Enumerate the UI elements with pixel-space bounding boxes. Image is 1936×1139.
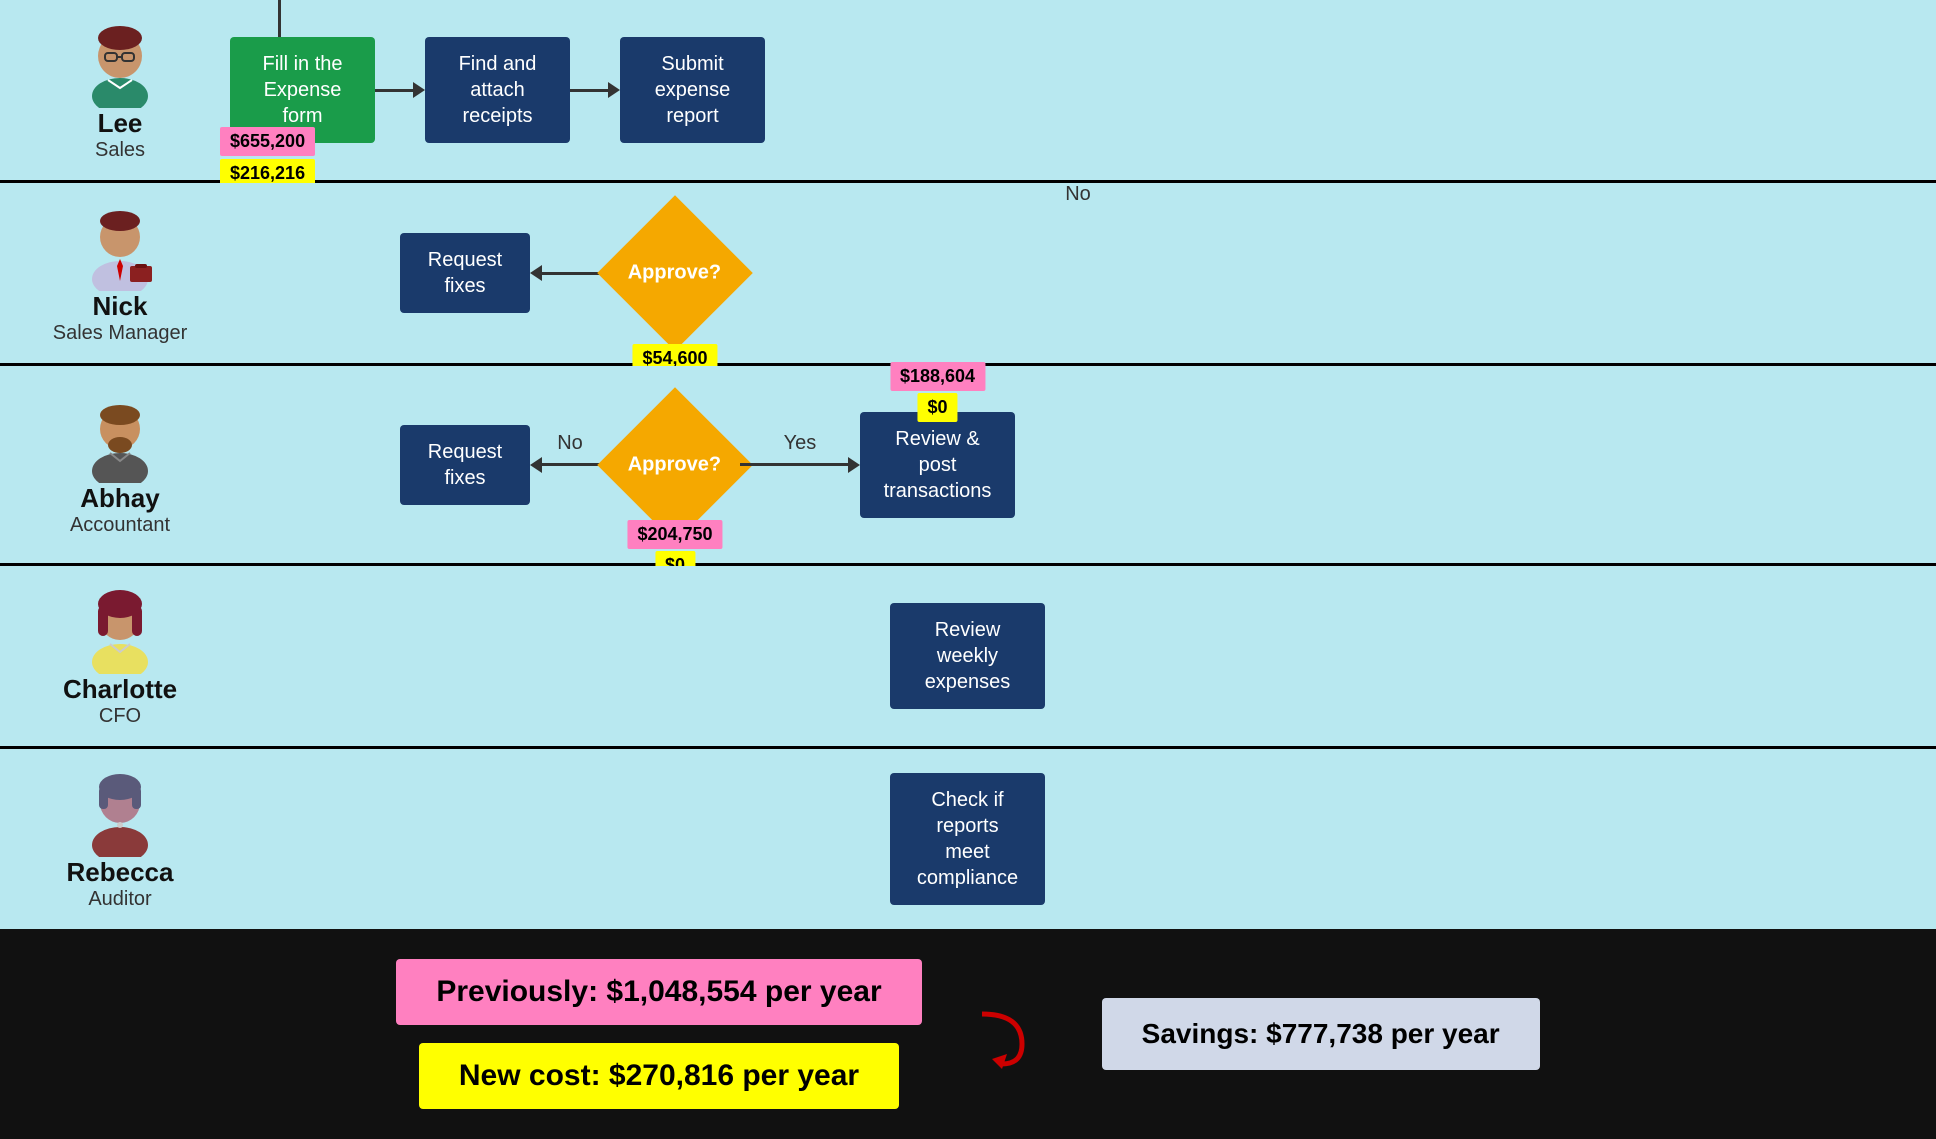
lee-role: Sales xyxy=(95,139,145,162)
avatar-nick xyxy=(75,201,165,291)
arrow1 xyxy=(375,82,425,98)
lane1-flow: Fill in the Expense form $655,200 $216,2… xyxy=(230,37,765,143)
find-receipts-label: Find and attach receipts xyxy=(443,51,552,129)
lane-rebecca: Rebecca Auditor Check if reports meet co… xyxy=(0,749,1936,929)
request-fixes-1-wrap: Request fixes xyxy=(400,233,530,313)
approve-label-2: Approve? xyxy=(628,453,721,476)
check-compliance-wrap: Check if reports meet compliance xyxy=(890,773,1045,905)
submit-report-box[interactable]: Submit expense report xyxy=(620,37,765,143)
cost-summary: Previously: $1,048,554 per year New cost… xyxy=(396,959,921,1109)
persona-nick: Nick Sales Manager xyxy=(20,201,220,345)
lane-abhay: Abhay Accountant Request fixes No Approv… xyxy=(0,366,1936,566)
nick-role: Sales Manager xyxy=(53,322,188,345)
lane2-content: Request fixes No Approve? $54,600 xyxy=(220,208,1926,338)
savings-label: Savings: $777,738 per year xyxy=(1102,998,1540,1070)
no-label-2: No xyxy=(557,432,583,455)
find-receipts-box[interactable]: Find and attach receipts xyxy=(425,37,570,143)
persona-lee: Lee Sales xyxy=(20,18,220,162)
persona-charlotte: Charlotte CFO xyxy=(20,584,220,728)
lane5-content: Check if reports meet compliance xyxy=(220,773,1926,905)
arrow-yes-2: Yes xyxy=(740,457,860,473)
abhay-name: Abhay xyxy=(80,483,159,514)
avatar-abhay xyxy=(75,393,165,483)
approve-diamond-2-wrap: Approve? $204,750 $0 xyxy=(610,400,740,530)
lane-nick: Nick Sales Manager Request fixes No Appr… xyxy=(0,183,1936,366)
savings-arrow-svg xyxy=(972,994,1052,1074)
review-post-wrap: Review & post transactions $188,604 $0 xyxy=(860,412,1015,518)
no-label-1: No xyxy=(1065,183,1091,206)
submit-report-label: Submit expense report xyxy=(638,51,747,129)
savings-arrow xyxy=(972,994,1052,1074)
review-post-box[interactable]: Review & post transactions xyxy=(860,412,1015,518)
check-compliance-label: Check if reports meet compliance xyxy=(917,787,1018,891)
approve-diamond-1-wrap: Approve? $54,600 xyxy=(610,208,740,338)
avatar-rebecca xyxy=(75,767,165,857)
request-fixes-2-box[interactable]: Request fixes xyxy=(400,425,530,505)
review-weekly-label: Review weekly expenses xyxy=(908,617,1027,695)
review-weekly-box[interactable]: Review weekly expenses xyxy=(890,603,1045,709)
lee-name: Lee xyxy=(98,108,143,139)
charlotte-name: Charlotte xyxy=(63,674,177,705)
lane-charlotte: Charlotte CFO Review weekly expenses xyxy=(0,566,1936,749)
cost-yellow-3b: $0 xyxy=(917,393,957,422)
lane1-content: 📋 Fill in the Expense form $655,200 $216… xyxy=(220,37,1926,143)
request-fixes-1-label: Request fixes xyxy=(428,247,503,299)
lane2-flow: Request fixes No Approve? $54,600 xyxy=(230,208,1926,338)
avatar-charlotte xyxy=(75,584,165,674)
charlotte-role: CFO xyxy=(99,705,141,728)
approve-label-1: Approve? xyxy=(628,262,721,285)
yes-label-2: Yes xyxy=(784,432,817,455)
fill-expense-label: Fill in the Expense form xyxy=(248,51,357,129)
bottom-bar: Previously: $1,048,554 per year New cost… xyxy=(0,929,1936,1139)
review-post-label: Review & post transactions xyxy=(878,426,997,504)
new-cost-label: New cost: $270,816 per year xyxy=(419,1043,899,1109)
lane1-costs: $655,200 $216,216 xyxy=(220,127,315,188)
lane-lee: Lee Sales 📋 Fill in the Expense form $65… xyxy=(0,0,1936,183)
check-compliance-box[interactable]: Check if reports meet compliance xyxy=(890,773,1045,905)
abhay-role: Accountant xyxy=(70,514,170,537)
review-weekly-wrap: Review weekly expenses xyxy=(890,603,1045,709)
request-fixes-2-wrap: Request fixes xyxy=(400,425,530,505)
avatar-lee xyxy=(75,18,165,108)
persona-abhay: Abhay Accountant xyxy=(20,393,220,537)
cost-pink-3a: $204,750 xyxy=(627,520,722,549)
previously-label: Previously: $1,048,554 per year xyxy=(396,959,921,1025)
rebecca-role: Auditor xyxy=(88,888,151,911)
request-fixes-1-box[interactable]: Request fixes xyxy=(400,233,530,313)
arrow2 xyxy=(570,82,620,98)
lane3-costs-right: $188,604 $0 xyxy=(890,362,985,422)
cost-pink-3b: $188,604 xyxy=(890,362,985,391)
lane4-content: Review weekly expenses xyxy=(220,603,1926,709)
persona-rebecca: Rebecca Auditor xyxy=(20,767,220,911)
cost-pink-1: $655,200 xyxy=(220,127,315,156)
nick-name: Nick xyxy=(93,291,148,322)
lane3-content: Request fixes No Approve? $204,750 $0 xyxy=(220,400,1926,530)
request-fixes-2-label: Request fixes xyxy=(428,439,503,491)
lane3-flow: Request fixes No Approve? $204,750 $0 xyxy=(230,400,1926,530)
rebecca-name: Rebecca xyxy=(67,857,174,888)
approve-diamond-1: Approve? xyxy=(597,195,753,351)
vert-connector-top xyxy=(278,0,281,37)
